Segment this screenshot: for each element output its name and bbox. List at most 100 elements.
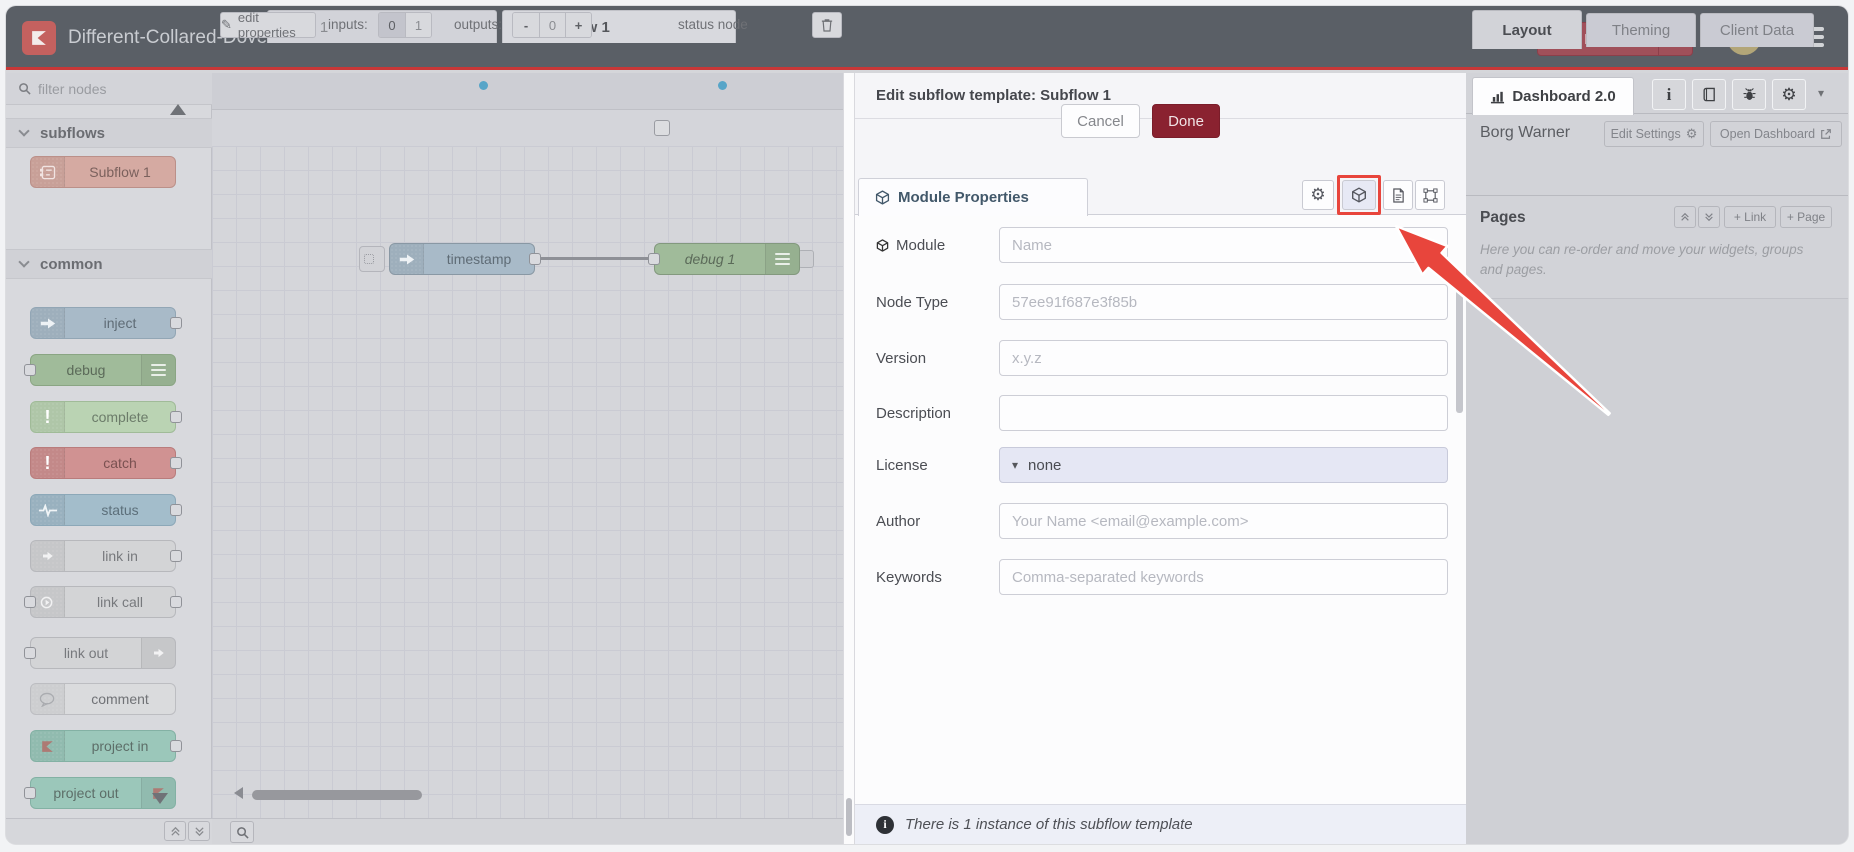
cube-icon	[876, 238, 889, 252]
tab-theming[interactable]: Theming	[1586, 13, 1696, 47]
palette-filter[interactable]: filter nodes	[6, 73, 212, 105]
node-red-logo-icon	[32, 31, 46, 45]
palette-collapse-up-button[interactable]	[164, 821, 186, 841]
palette-node-link-in[interactable]: link in	[30, 540, 182, 572]
output-port[interactable]	[529, 253, 541, 265]
edit-settings-button[interactable]: Edit Settings ⚙	[1604, 121, 1704, 147]
license-label: License	[876, 456, 928, 474]
palette-section-common[interactable]: common	[6, 249, 212, 279]
open-dashboard-button[interactable]: Open Dashboard	[1710, 121, 1842, 147]
version-input[interactable]	[999, 340, 1448, 376]
wire[interactable]	[539, 257, 657, 260]
palette-scroll-up-icon[interactable]	[170, 104, 186, 115]
input-port[interactable]	[648, 253, 660, 265]
edit-properties-tab-button[interactable]: ⚙	[1302, 180, 1334, 210]
input-port[interactable]	[24, 647, 36, 659]
tab-module-properties[interactable]: Module Properties	[858, 178, 1088, 216]
search-icon	[236, 826, 249, 839]
info-tab-button[interactable]: i	[1652, 79, 1686, 110]
gear-icon: ⚙	[1685, 126, 1698, 141]
output-port[interactable]	[170, 550, 182, 562]
outputs-minus-button[interactable]: -	[513, 13, 539, 37]
inputs-option-1[interactable]: 1	[405, 13, 431, 37]
palette-section-subflows[interactable]: subflows	[6, 118, 212, 148]
palette-node-link-call[interactable]: link call	[24, 586, 182, 618]
palette-node-subflow-1[interactable]: Subflow 1	[30, 156, 176, 188]
double-chevron-up-icon	[1681, 212, 1689, 221]
palette-node-catch[interactable]: ! catch	[30, 447, 182, 479]
pages-description: Here you can re-order and move your widg…	[1480, 242, 1804, 278]
palette-node-inject[interactable]: inject	[30, 307, 182, 339]
add-page-button[interactable]: + Page	[1780, 206, 1832, 228]
edit-properties-button[interactable]: ✎ edit properties	[220, 10, 316, 40]
double-chevron-up-icon	[170, 826, 180, 836]
move-up-button[interactable]	[1674, 206, 1696, 228]
outputs-stepper[interactable]: - 0 +	[512, 12, 592, 38]
author-label: Author	[876, 512, 921, 530]
palette-node-comment[interactable]: comment	[30, 683, 176, 715]
canvas-node-timestamp[interactable]: timestamp	[389, 243, 541, 275]
help-tab-button[interactable]	[1692, 79, 1726, 110]
scroll-left-icon[interactable]	[234, 787, 243, 799]
input-port[interactable]	[24, 787, 36, 799]
add-link-button[interactable]: + Link	[1724, 206, 1776, 228]
output-port[interactable]	[170, 317, 182, 329]
caret-down-icon: ▾	[1012, 458, 1019, 472]
canvas-node-debug-1[interactable]: debug 1	[648, 243, 800, 275]
palette-node-status[interactable]: status	[30, 494, 182, 526]
outputs-plus-button[interactable]: +	[565, 13, 591, 37]
palette-node-debug[interactable]: debug	[24, 354, 176, 386]
output-port[interactable]	[170, 740, 182, 752]
tray-scrollbar-thumb[interactable]	[846, 798, 852, 836]
dashboard-sidebar-tabs	[1466, 154, 1848, 196]
node-red-window: Different-Collared-Dove-4521 Deploy ▾ su…	[6, 6, 1848, 844]
author-input[interactable]	[999, 503, 1448, 539]
palette-node-link-out[interactable]: link out	[24, 637, 176, 669]
status-node-checkbox[interactable]	[654, 120, 670, 136]
version-label: Version	[876, 349, 927, 367]
inputs-option-0[interactable]: 0	[379, 13, 405, 37]
debug-toggle-button[interactable]	[798, 250, 814, 268]
move-down-button[interactable]	[1698, 206, 1720, 228]
info-icon: i	[1666, 84, 1672, 104]
canvas-search-button[interactable]	[230, 821, 254, 843]
subflow-stub-node[interactable]	[359, 246, 385, 272]
output-port[interactable]	[170, 411, 182, 423]
done-button[interactable]: Done	[1152, 104, 1220, 138]
gear-icon: ⚙	[1781, 84, 1797, 104]
output-port[interactable]	[170, 457, 182, 469]
module-input[interactable]	[999, 227, 1448, 263]
appearance-tab-button[interactable]	[1415, 180, 1445, 210]
output-port[interactable]	[170, 596, 182, 608]
cancel-button[interactable]: Cancel	[1061, 104, 1140, 138]
palette-node-project-in[interactable]: project in	[30, 730, 182, 762]
output-port[interactable]	[170, 504, 182, 516]
input-port[interactable]	[24, 364, 36, 376]
dialog-scrollbar-thumb[interactable]	[1456, 283, 1463, 413]
delete-subflow-button[interactable]	[812, 12, 842, 38]
trash-icon	[821, 19, 833, 32]
input-port[interactable]	[24, 596, 36, 608]
workspace-footer	[212, 818, 845, 844]
inputs-toggle[interactable]: 0 1	[378, 12, 432, 38]
tab-client-data[interactable]: Client Data	[1700, 13, 1814, 47]
description-tab-button[interactable]	[1383, 180, 1413, 210]
tray-resize-handle[interactable]	[843, 73, 855, 844]
tab-layout[interactable]: Layout	[1472, 10, 1582, 49]
description-input[interactable]	[999, 395, 1448, 431]
settings-tab-button[interactable]: ⚙	[1772, 79, 1806, 110]
tab-dashboard-2[interactable]: Dashboard 2.0	[1472, 77, 1634, 115]
horizontal-scrollbar[interactable]	[252, 790, 422, 800]
node-type-input[interactable]	[999, 284, 1448, 320]
keywords-input[interactable]	[999, 559, 1448, 595]
sidebar-expand-caret[interactable]: ▾	[1818, 86, 1824, 100]
debug-tab-button[interactable]	[1732, 79, 1766, 110]
outputs-value: 0	[539, 13, 565, 37]
palette-collapse-down-button[interactable]	[188, 821, 210, 841]
pages-list-area	[1466, 298, 1848, 844]
palette-node-complete[interactable]: ! complete	[30, 401, 182, 433]
unsaved-changes-dot	[479, 81, 488, 90]
palette-scroll-down-icon[interactable]	[152, 793, 168, 804]
license-select[interactable]: ▾ none	[999, 447, 1448, 483]
outputs-label: outputs:	[454, 17, 503, 32]
